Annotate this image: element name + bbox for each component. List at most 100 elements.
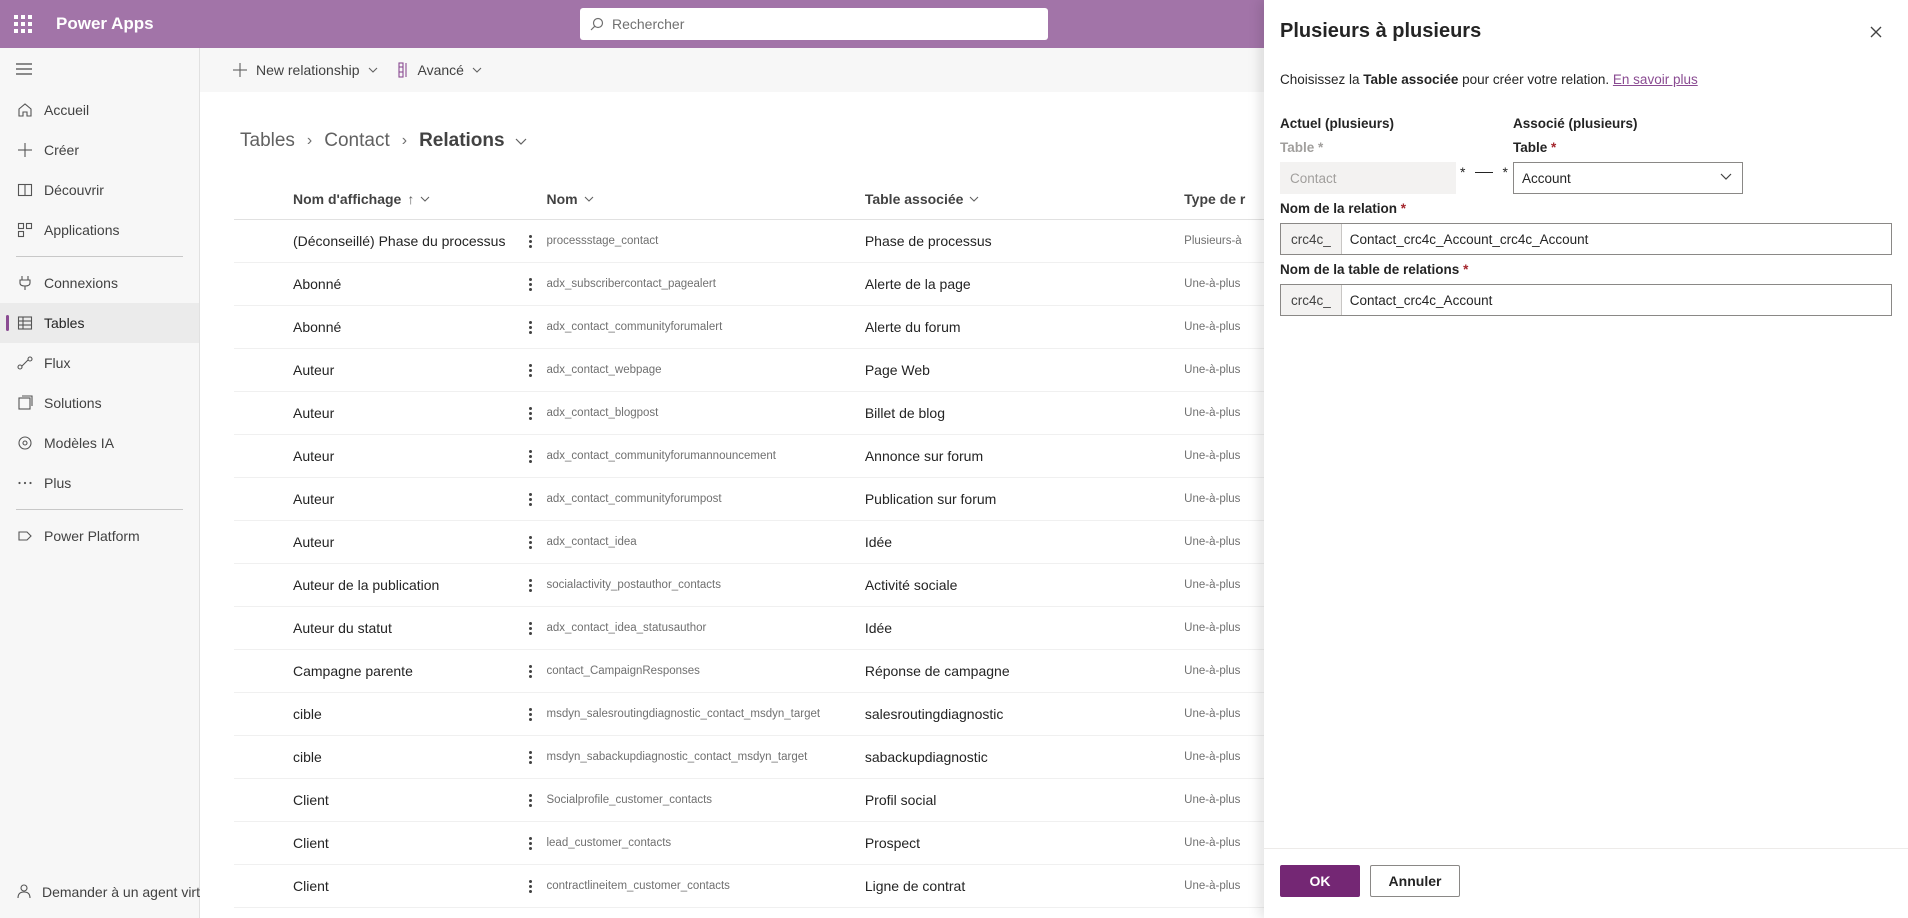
nav-item-plus[interactable]: Plus <box>0 463 199 503</box>
table-row[interactable]: Client contractlineitem_customer_contacts… <box>234 865 1264 908</box>
row-more-actions-icon[interactable] <box>516 879 546 893</box>
row-more-actions-icon[interactable] <box>516 234 546 248</box>
row-more-actions-icon[interactable] <box>516 793 546 807</box>
row-more-actions-icon[interactable] <box>516 707 546 721</box>
cell-name: msdyn_salesroutingdiagnostic_contact_msd… <box>546 708 821 720</box>
chevron-down-icon[interactable] <box>515 138 527 145</box>
table-row[interactable]: Client lead_customer_contacts Prospect Une-… <box>234 822 1264 865</box>
label-text: Table <box>1513 140 1548 155</box>
relation-table-input[interactable]: Contact_crc4c_Account <box>1342 293 1493 308</box>
relation-name-input[interactable]: Contact_crc4c_Account_crc4c_Account <box>1342 232 1589 247</box>
table-row[interactable]: Abonné adx_subscribercontact_pagealert Ale… <box>234 263 1264 306</box>
cell-display-name: Campagne parente <box>293 663 413 679</box>
learn-more-link[interactable]: En savoir plus <box>1613 72 1698 87</box>
panel-title: Plusieurs à plusieurs <box>1280 20 1482 42</box>
cell-display-name: Auteur de la publication <box>293 577 440 593</box>
row-more-actions-icon[interactable] <box>516 664 546 678</box>
ok-button[interactable]: OK <box>1280 865 1360 897</box>
new-relationship-button[interactable]: New relationship <box>232 62 378 78</box>
cell-type: Une-à-plus <box>1184 493 1241 505</box>
row-more-actions-icon[interactable] <box>516 492 546 506</box>
cell-related-table: Page Web <box>864 362 930 378</box>
nav-label: Power Platform <box>44 528 140 544</box>
nav-item-tables[interactable]: Tables <box>0 303 199 343</box>
table-row[interactable]: Abonné adx_contact_communityforumalert Ale… <box>234 306 1264 349</box>
description-text: Choisissez la <box>1280 72 1364 87</box>
column-header-name[interactable]: Nom <box>545 191 864 207</box>
advanced-button[interactable]: Avancé <box>397 62 482 78</box>
breadcrumb-tables[interactable]: Tables <box>240 130 295 152</box>
breadcrumb-contact[interactable]: Contact <box>324 130 389 152</box>
table-row[interactable]: Campagne parente contact_CampaignResponse… <box>234 650 1264 693</box>
row-more-actions-icon[interactable] <box>516 320 546 334</box>
label-text: Nom de la relation <box>1280 201 1398 216</box>
nav-divider <box>16 509 183 510</box>
table-row[interactable]: Client Socialprofile_customer_contacts Pro… <box>234 779 1264 822</box>
column-label: Table associée <box>864 190 964 207</box>
row-more-actions-icon[interactable] <box>516 363 546 377</box>
cell-type: Une-à-plus <box>1184 278 1241 290</box>
row-more-actions-icon[interactable] <box>516 578 546 592</box>
table-row[interactable]: Auteur adx_contact_blogpost Billet de blog… <box>234 392 1264 435</box>
advanced-icon <box>397 62 407 78</box>
cell-display-name: Auteur <box>293 362 335 378</box>
row-more-actions-icon[interactable] <box>516 406 546 420</box>
app-launcher-icon[interactable] <box>0 0 46 48</box>
breadcrumb-relations[interactable]: Relations <box>419 130 505 152</box>
cell-name: adx_subscribercontact_pagealert <box>546 278 716 290</box>
hamburger-menu-icon[interactable] <box>0 48 199 90</box>
virtual-agent-label: Demander à un agent virt <box>42 884 200 900</box>
row-more-actions-icon[interactable] <box>516 621 546 635</box>
cell-related-table: Ligne de contrat <box>864 878 966 894</box>
cancel-button[interactable]: Annuler <box>1370 865 1460 897</box>
cell-type: Une-à-plus <box>1184 364 1241 376</box>
related-table-dropdown[interactable]: Account <box>1513 162 1743 194</box>
cell-name: adx_contact_webpage <box>546 364 662 376</box>
nav-item-applications[interactable]: Applications <box>0 210 199 250</box>
cell-related-table: Activité sociale <box>864 577 958 593</box>
relation-table-field[interactable]: crc4c_ Contact_crc4c_Account <box>1280 284 1892 316</box>
table-row[interactable]: Auteur adx_contact_idea Idée Une-à-plus <box>234 521 1264 564</box>
row-more-actions-icon[interactable] <box>516 277 546 291</box>
cell-type: Une-à-plus <box>1184 536 1241 548</box>
nav-item-creer[interactable]: Créer <box>0 130 199 170</box>
column-header-display-name[interactable]: Nom d'affichage ↑ <box>234 191 516 207</box>
nav-item-connexions[interactable]: Connexions <box>0 263 199 303</box>
nav-item-accueil[interactable]: Accueil <box>0 90 199 130</box>
virtual-agent-button[interactable]: Demander à un agent virt <box>0 874 200 910</box>
description-text: pour créer votre relation. <box>1458 72 1613 87</box>
table-row[interactable]: cible msdyn_salesroutingdiagnostic_contac… <box>234 693 1264 736</box>
required-mark: * <box>1463 262 1469 277</box>
nav-item-solutions[interactable]: Solutions <box>0 383 199 423</box>
table-row[interactable]: (Déconseillé) Phase du processus processs… <box>234 220 1264 263</box>
row-more-actions-icon[interactable] <box>516 449 546 463</box>
table-row[interactable]: Auteur de la publication socialactivity_p… <box>234 564 1264 607</box>
nav-item-flux[interactable]: Flux <box>0 343 199 383</box>
table-row[interactable]: Auteur adx_contact_communityforumpost Publ… <box>234 478 1264 521</box>
table-row[interactable]: Auteur adx_contact_communityforumannounce… <box>234 435 1264 478</box>
nav-item-power-platform[interactable]: Power Platform <box>0 516 199 556</box>
table-row[interactable]: cible msdyn_sabackupdiagnostic_contact_ms… <box>234 736 1264 779</box>
current-table-label: Table * <box>1280 140 1323 155</box>
cell-type: Plusieurs-à <box>1184 235 1242 247</box>
nav-item-modeles-ia[interactable]: Modèles IA <box>0 423 199 463</box>
table-row[interactable]: Auteur du statut adx_contact_idea_statusa… <box>234 607 1264 650</box>
relation-name-field[interactable]: crc4c_ Contact_crc4c_Account_crc4c_Accou… <box>1280 223 1892 255</box>
row-more-actions-icon[interactable] <box>516 750 546 764</box>
nav-item-decouvrir[interactable]: Découvrir <box>0 170 199 210</box>
close-icon[interactable] <box>1868 24 1884 40</box>
row-more-actions-icon[interactable] <box>516 836 546 850</box>
solutions-icon <box>16 394 34 412</box>
row-more-actions-icon[interactable] <box>516 535 546 549</box>
column-header-related-table[interactable]: Table associée <box>865 191 1184 207</box>
search-input[interactable]: Rechercher <box>580 8 1048 40</box>
related-table-label: Table * <box>1513 140 1556 155</box>
table-row[interactable]: Auteur adx_contact_webpage Page Web Une-à-p… <box>234 349 1264 392</box>
cell-related-table: salesroutingdiagnostic <box>864 706 1004 722</box>
column-header-type[interactable]: Type de r <box>1184 191 1264 207</box>
breadcrumb-separator-icon: › <box>306 132 313 149</box>
more-icon <box>16 474 34 492</box>
app-name[interactable]: Power Apps <box>56 14 154 34</box>
cell-related-table: Idée <box>864 534 893 550</box>
cell-name: processstage_contact <box>546 235 659 247</box>
